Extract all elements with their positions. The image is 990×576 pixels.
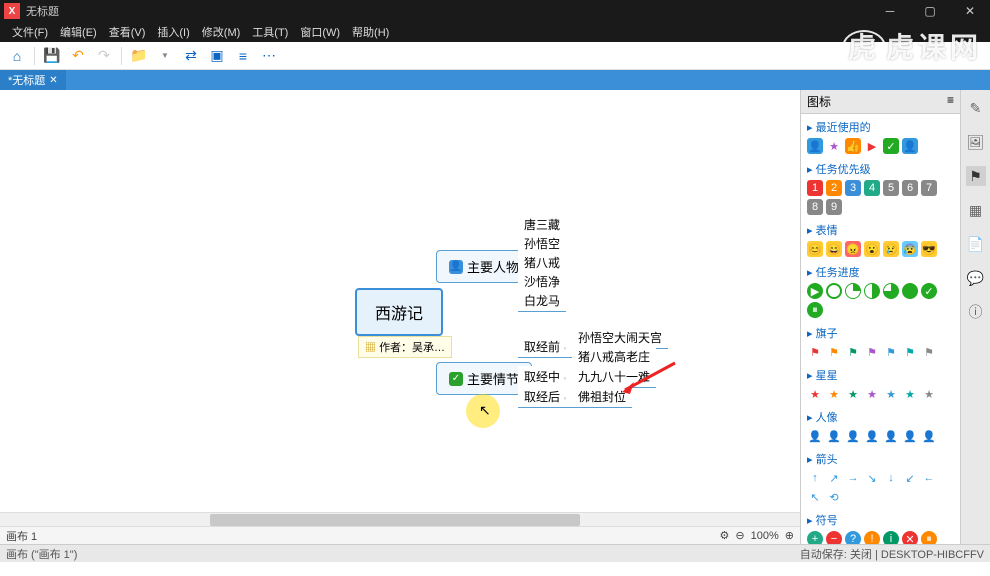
undo-icon[interactable]: ↶ <box>67 45 89 67</box>
tabbar: *无标题 ✕ <box>0 70 990 90</box>
window-title: 无标题 <box>24 3 870 19</box>
maximize-button[interactable]: ▢ <box>910 0 950 22</box>
dropdown-icon[interactable]: ▼ <box>154 45 176 67</box>
section-flag[interactable]: ▸ 旗子 <box>807 322 954 344</box>
info-tab-icon[interactable]: ⓘ <box>966 302 986 322</box>
stage-0[interactable]: 取经前 ◦ <box>518 336 573 358</box>
panel-header: 图标 ≡ <box>801 90 960 114</box>
canvas-tab-label[interactable]: 画布 1 <box>6 528 37 544</box>
notes-tab-icon[interactable]: 📄 <box>966 234 986 254</box>
more-icon[interactable]: ⋯ <box>258 45 280 67</box>
menu-help[interactable]: 帮助(H) <box>346 24 395 40</box>
filter-icon[interactable]: ⚙ <box>720 529 730 542</box>
menubar: 文件(F) 编辑(E) 查看(V) 插入(I) 修改(M) 工具(T) 窗口(W… <box>0 22 990 42</box>
minimize-button[interactable]: ─ <box>870 0 910 22</box>
side-tabs: ✎ 🖼 ⚑ ▦ 📄 💬 ⓘ <box>960 90 990 544</box>
statusbar: 画布 ("画布 1") 自动保存: 关闭 | DESKTOP-HIBCFFV <box>0 544 990 562</box>
menu-insert[interactable]: 插入(I) <box>151 24 195 40</box>
h-scrollbar[interactable] <box>0 512 800 526</box>
section-priority[interactable]: ▸ 任务优先级 <box>807 158 954 180</box>
icons-tab-icon[interactable]: ⚑ <box>966 166 986 186</box>
outline-tab-icon[interactable]: ✎ <box>966 98 986 118</box>
panel-menu-icon[interactable]: ≡ <box>947 93 954 110</box>
desktop-label: DESKTOP-HIBCFFV <box>881 549 984 561</box>
home-icon[interactable]: ⌂ <box>6 45 28 67</box>
document-tab[interactable]: *无标题 ✕ <box>0 70 66 90</box>
icons-panel: 图标 ≡ ▸ 最近使用的 👤★👍▶✓👤 ▸ 任务优先级 123456789 ▸ … <box>800 90 960 544</box>
menu-edit[interactable]: 编辑(E) <box>54 24 103 40</box>
author-note[interactable]: ▦ 作者：吴承… <box>358 336 452 358</box>
stage-1[interactable]: 取经中 ◦ <box>518 366 573 388</box>
redo-icon[interactable]: ↷ <box>93 45 115 67</box>
section-progress[interactable]: ▸ 任务进度 <box>807 261 954 283</box>
comments-tab-icon[interactable]: 💬 <box>966 268 986 288</box>
image-tab-icon[interactable]: 🖼 <box>966 132 986 152</box>
section-arrow[interactable]: ▸ 箭头 <box>807 448 954 470</box>
cursor-icon: ↖ <box>479 402 491 419</box>
canvas-statusbar: 画布 1 ⚙ ⊖ 100% ⊕ <box>0 526 800 544</box>
section-symbol[interactable]: ▸ 符号 <box>807 509 954 531</box>
format-tab-icon[interactable]: ▦ <box>966 200 986 220</box>
section-recent[interactable]: ▸ 最近使用的 <box>807 116 954 138</box>
zoom-in-icon[interactable]: ⊕ <box>785 529 794 542</box>
folder-icon[interactable]: 📁 <box>128 45 150 67</box>
panel-title: 图标 <box>807 93 831 110</box>
menu-tools[interactable]: 工具(T) <box>246 24 294 40</box>
summary-icon[interactable]: ≡ <box>232 45 254 67</box>
plot-label: 主要情节 <box>467 369 519 388</box>
menu-modify[interactable]: 修改(M) <box>196 24 247 40</box>
root-label: 西游记 <box>375 300 423 324</box>
section-star[interactable]: ▸ 星星 <box>807 364 954 386</box>
app-icon: X <box>4 3 20 19</box>
author-label: 作者：吴承… <box>379 342 445 354</box>
toolbar: ⌂ 💾 ↶ ↷ 📁 ▼ ⇄ ▣ ≡ ⋯ <box>0 42 990 70</box>
titlebar: X 无标题 ─ ▢ ✕ <box>0 0 990 22</box>
root-node[interactable]: 西游记 <box>355 288 443 336</box>
menu-file[interactable]: 文件(F) <box>6 24 54 40</box>
tab-close-icon[interactable]: ✕ <box>49 75 57 86</box>
close-button[interactable]: ✕ <box>950 0 990 22</box>
zoom-out-icon[interactable]: ⊖ <box>735 529 744 542</box>
tab-label: *无标题 <box>8 72 45 88</box>
canvas[interactable]: 西游记 ▦ 作者：吴承… 👤 主要人物 唐三藏 孙悟空 猪八戒 沙悟净 白龙马 … <box>0 90 800 544</box>
menu-view[interactable]: 查看(V) <box>103 24 152 40</box>
char-4[interactable]: 白龙马 <box>518 290 566 312</box>
save-icon[interactable]: 💾 <box>41 45 63 67</box>
boundary-icon[interactable]: ▣ <box>206 45 228 67</box>
autosave-label: 自动保存: 关闭 <box>800 549 872 561</box>
stage-2[interactable]: 取经后 ◦ <box>518 386 573 408</box>
relation-icon[interactable]: ⇄ <box>180 45 202 67</box>
red-arrow-annotation <box>620 358 680 398</box>
check-icon: ✓ <box>449 372 463 386</box>
section-people[interactable]: ▸ 人像 <box>807 406 954 428</box>
status-text: 画布 ("画布 1") <box>6 546 77 562</box>
characters-label: 主要人物 <box>467 257 519 276</box>
section-emotion[interactable]: ▸ 表情 <box>807 219 954 241</box>
zoom-label: 100% <box>751 530 779 542</box>
person-icon: 👤 <box>449 260 463 274</box>
menu-window[interactable]: 窗口(W) <box>294 24 346 40</box>
